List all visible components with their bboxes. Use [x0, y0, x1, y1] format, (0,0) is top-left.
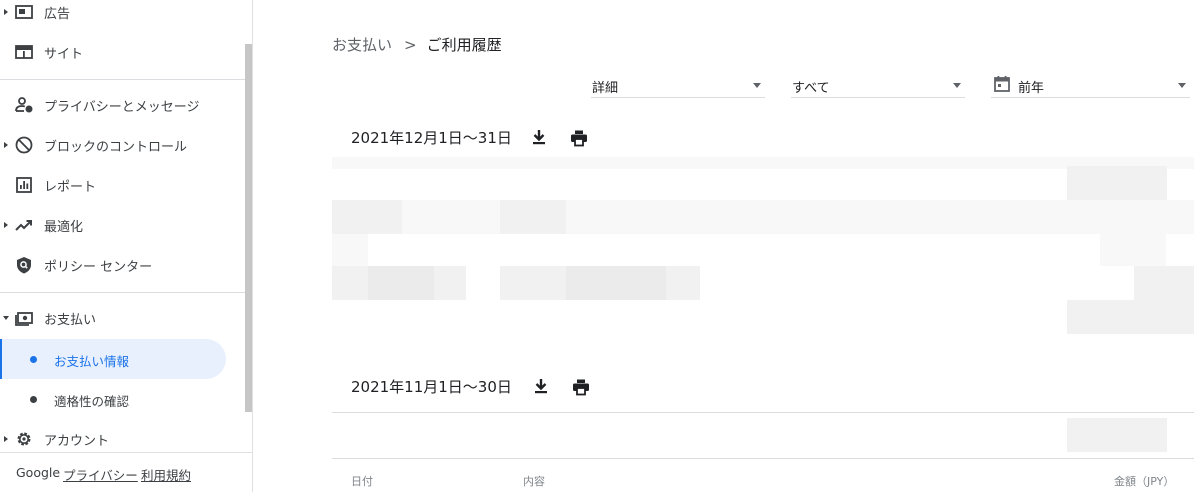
sidebar-item-label: ポリシー センター	[44, 259, 153, 275]
period-heading: 2021年11月1日～30日	[351, 378, 512, 396]
detail-dropdown-value: 詳細	[592, 81, 619, 96]
column-header-date: 日付	[351, 475, 373, 488]
google-brand: Google	[16, 465, 61, 480]
sidebar-item-policy-center[interactable]: ポリシー センター	[0, 245, 245, 285]
type-dropdown[interactable]: すべて	[791, 72, 965, 98]
print-icon[interactable]	[569, 128, 589, 148]
nav-divider	[0, 79, 245, 80]
redacted-region	[500, 200, 566, 234]
sidebar-item-blocking-controls[interactable]: ブロックのコントロール	[0, 125, 245, 165]
bullet-icon	[30, 356, 37, 363]
sidebar-item-sites[interactable]: サイト	[0, 32, 245, 72]
expand-caret-icon[interactable]	[4, 9, 8, 15]
expand-caret-icon[interactable]	[4, 222, 8, 228]
sidebar-item-label: プライバシーとメッセージ	[44, 99, 200, 115]
redacted-region	[332, 200, 402, 234]
sidebar-item-reports[interactable]: レポート	[0, 165, 245, 205]
sidebar-item-ads[interactable]: 広告	[0, 0, 245, 32]
sidebar-item-label: サイト	[44, 46, 84, 62]
bullet-icon	[30, 396, 37, 403]
date-range-dropdown[interactable]: 前年	[991, 72, 1190, 98]
sidebar-item-privacy[interactable]: プライバシーとメッセージ	[0, 85, 245, 125]
detail-dropdown[interactable]: 詳細	[591, 72, 765, 98]
date-range-value: 前年	[1018, 81, 1045, 96]
sidebar-item-label: 最適化	[44, 219, 84, 235]
redacted-region	[1067, 300, 1194, 334]
section-divider	[332, 412, 1194, 413]
report-icon	[14, 175, 34, 195]
sidebar-scrollbar[interactable]	[245, 44, 252, 412]
gear-icon	[14, 429, 34, 449]
redacted-region	[332, 234, 368, 266]
calendar-icon	[993, 75, 1011, 93]
nav-divider	[0, 292, 245, 293]
sidebar-item-label: レポート	[44, 179, 97, 195]
sidebar-subitem-label: お支払い情報	[54, 354, 130, 369]
page-title: ご利用履歴	[426, 36, 502, 54]
block-icon	[14, 135, 34, 155]
expand-caret-icon[interactable]	[4, 436, 8, 442]
column-header-content: 内容	[523, 475, 545, 488]
redacted-region	[1067, 418, 1167, 452]
trending-icon	[14, 215, 34, 235]
sidebar-item-payments[interactable]: お支払い	[0, 298, 245, 338]
download-icon[interactable]	[531, 376, 551, 396]
sidebar-subitem-label: 適格性の確認	[54, 394, 130, 409]
sidebar-item-label: お支払い	[44, 312, 97, 328]
sidebar-subitem-eligibility[interactable]: 適格性の確認	[0, 379, 226, 419]
breadcrumb-parent-link[interactable]: お支払い	[332, 36, 392, 54]
sidebar-nav: 広告 サイト プライバシーとメッセージ ブロックのコントロール レポート 最適化…	[0, 0, 253, 492]
redacted-region	[332, 157, 1194, 169]
chevron-down-icon	[953, 83, 961, 88]
sidebar-item-label: ブロックのコントロール	[44, 139, 188, 155]
terms-link[interactable]: 利用規約	[141, 465, 191, 484]
redacted-region	[368, 266, 434, 300]
chevron-down-icon	[1178, 83, 1186, 88]
collapse-caret-icon[interactable]	[3, 316, 9, 320]
redacted-region	[1100, 200, 1194, 234]
column-header-amount: 金額（JPY）	[1114, 475, 1175, 488]
payments-icon	[14, 308, 34, 328]
type-dropdown-value: すべて	[792, 81, 830, 96]
redacted-region	[1067, 166, 1167, 200]
download-icon[interactable]	[529, 127, 549, 147]
sidebar-item-optimization[interactable]: 最適化	[0, 205, 245, 245]
redacted-region	[566, 266, 666, 300]
sidebar-item-label: 広告	[44, 6, 71, 22]
print-icon[interactable]	[571, 377, 591, 397]
breadcrumb-separator: >	[404, 36, 417, 54]
sidebar-item-label: アカウント	[44, 433, 110, 449]
breadcrumb: お支払い > ご利用履歴	[332, 34, 502, 55]
sidebar-subitem-payment-info[interactable]: お支払い情報	[0, 339, 226, 379]
redacted-region	[1134, 266, 1194, 300]
period-heading: 2021年12月1日～31日	[351, 129, 512, 147]
privacy-icon	[14, 95, 34, 115]
ads-icon	[14, 2, 34, 22]
privacy-link[interactable]: プライバシー	[63, 465, 138, 484]
redacted-region	[332, 200, 1100, 234]
expand-caret-icon[interactable]	[4, 142, 8, 148]
chevron-down-icon	[753, 83, 761, 88]
sidebar-footer: Google プライバシー 利用規約	[0, 452, 253, 492]
section-divider	[332, 458, 1194, 459]
redacted-region	[1100, 234, 1166, 266]
policy-icon	[14, 255, 34, 275]
site-icon	[14, 42, 34, 62]
